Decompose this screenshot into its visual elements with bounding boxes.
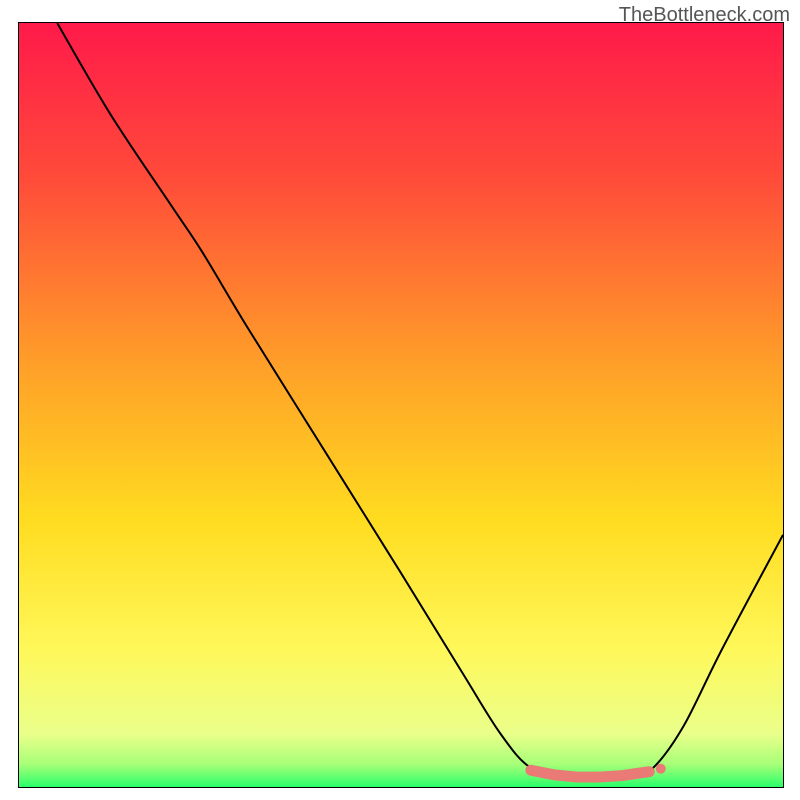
chart-canvas [19,23,783,787]
bottleneck-chart [18,22,784,788]
chart-background [19,23,783,787]
marker-dot [656,764,666,774]
watermark-text: TheBottleneck.com [619,4,790,27]
